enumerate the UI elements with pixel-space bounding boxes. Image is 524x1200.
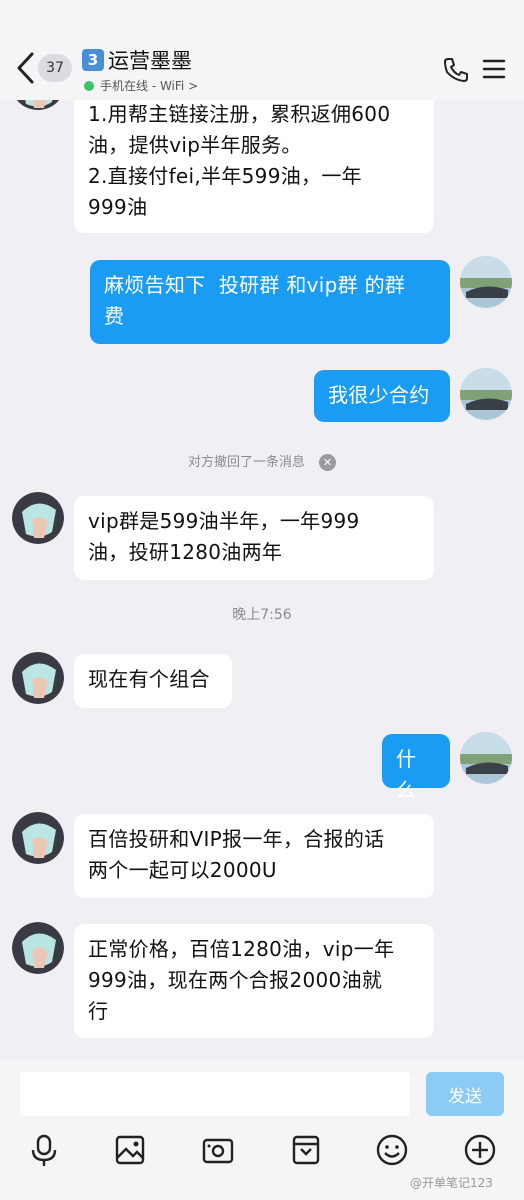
back-arrow-icon[interactable] (14, 50, 36, 86)
message-bubble[interactable]: 我很少合约 (314, 370, 450, 422)
chat-number-badge: 3 (82, 49, 104, 71)
emoji-icon[interactable] (374, 1130, 410, 1170)
chat-title-block[interactable]: 3 运营墨墨 手机在线 - WiFi > (82, 47, 198, 94)
message-bubble[interactable]: 什么 (382, 734, 450, 802)
recall-notice: 对方撤回了一条消息 ✕ (0, 451, 524, 471)
chat-header: 37 3 运营墨墨 手机在线 - WiFi > (0, 0, 524, 100)
my-avatar[interactable] (460, 732, 512, 784)
message-bubble[interactable]: 麻烦告知下 投研群 和vip群 的群 费 (90, 260, 450, 344)
image-icon[interactable] (112, 1130, 148, 1170)
menu-icon[interactable] (482, 58, 506, 80)
microphone-icon[interactable] (26, 1130, 62, 1170)
message-bubble[interactable]: vip群是599油半年，一年999 油，投研1280油两年 (74, 496, 434, 580)
close-icon[interactable]: ✕ (319, 454, 336, 471)
chat-screen: 1.用帮主链接注册，累积返佣600 油，提供vip半年服务。 2.直接付fei,… (0, 0, 524, 1200)
send-button[interactable]: 发送 (426, 1072, 504, 1116)
recall-notice-text: 对方撤回了一条消息 (187, 455, 305, 470)
online-status-text: 手机在线 - WiFi > (100, 79, 199, 93)
contact-avatar[interactable] (12, 922, 64, 974)
contact-avatar[interactable] (12, 492, 64, 544)
contact-avatar[interactable] (12, 812, 64, 864)
phone-icon[interactable] (442, 56, 470, 84)
message-input[interactable] (20, 1072, 410, 1116)
message-bubble[interactable]: 正常价格，百倍1280油，vip一年 999油，现在两个合报2000油就 行 (74, 924, 434, 1038)
online-status-dot (84, 80, 94, 91)
file-icon[interactable] (288, 1130, 324, 1170)
my-avatar[interactable] (460, 256, 512, 308)
unread-count-badge[interactable]: 37 (38, 54, 72, 82)
contact-avatar[interactable] (12, 652, 64, 704)
watermark: @开单笔记123 (410, 1176, 493, 1190)
my-avatar[interactable] (460, 368, 512, 420)
message-bubble[interactable]: 1.用帮主链接注册，累积返佣600 油，提供vip半年服务。 2.直接付fei,… (74, 93, 434, 233)
camera-icon[interactable] (200, 1130, 236, 1170)
plus-icon[interactable] (462, 1130, 498, 1170)
chat-title: 运营墨墨 (108, 49, 192, 73)
message-bubble[interactable]: 百倍投研和VIP报一年，合报的话 两个一起可以2000U (74, 814, 434, 898)
message-bubble[interactable]: 现在有个组合 (74, 654, 232, 708)
timestamp: 晚上7:56 (232, 607, 292, 623)
